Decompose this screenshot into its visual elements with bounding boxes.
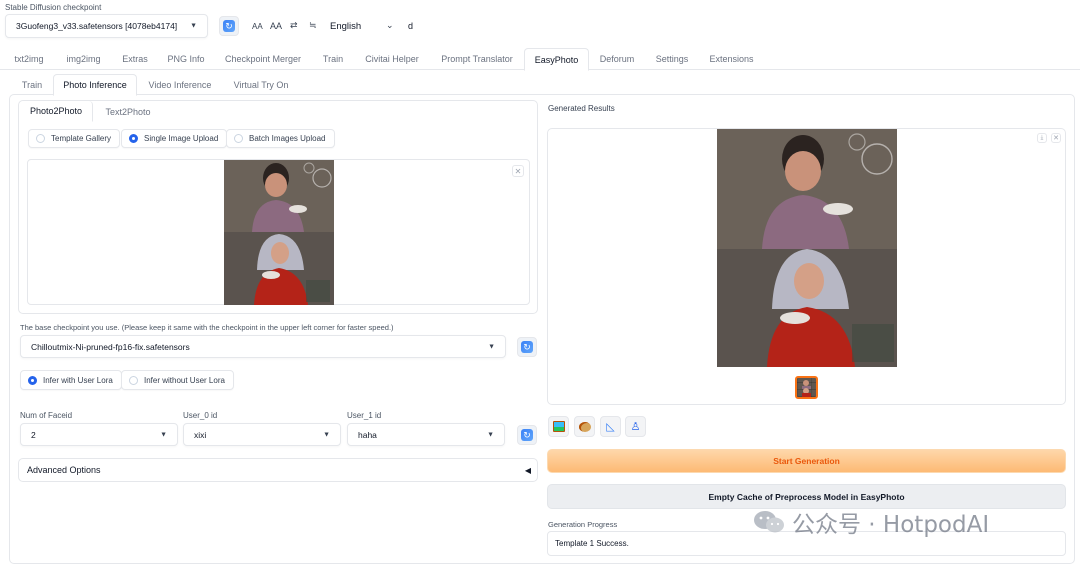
thumbnail-illustration: [802, 380, 811, 397]
radio-batch-images-upload[interactable]: Batch Images Upload: [226, 129, 335, 148]
checkpoint-select[interactable]: 3Guofeng3_v33.safetensors [4078eb4174] ▼: [5, 14, 208, 38]
tab-png-info[interactable]: PNG Info: [160, 48, 212, 70]
subtab-photo-inference[interactable]: Photo Inference: [53, 74, 137, 96]
send-to-inpaint-button[interactable]: [574, 416, 595, 437]
user1-id-select[interactable]: haha ▼: [347, 423, 505, 446]
subtab-virtual-try-on[interactable]: Virtual Try On: [225, 74, 297, 95]
tab-extras[interactable]: Extras: [113, 48, 157, 70]
radio-dot-selected-icon: [28, 375, 37, 385]
subtab-train[interactable]: Train: [14, 74, 50, 95]
user0-id-select[interactable]: xixi ▼: [183, 423, 341, 446]
collapse-arrow-icon: ◀: [524, 465, 531, 475]
close-icon[interactable]: ✕: [1051, 133, 1061, 143]
extra-text: d: [408, 21, 414, 31]
generated-photo[interactable]: [717, 129, 897, 367]
tab-train[interactable]: Train: [313, 48, 353, 70]
watermark: 公众号 · HotpodAI: [752, 505, 989, 539]
send-to-extras-button[interactable]: ◺: [600, 416, 621, 437]
user0-id-value: xixi: [194, 429, 207, 440]
radio-dot-icon: [36, 134, 45, 143]
tab-civitai-helper[interactable]: Civitai Helper: [357, 48, 427, 70]
num-faceid-value: 2: [31, 429, 36, 440]
sub-tab-bar: Train Photo Inference Video Inference Vi…: [9, 74, 539, 96]
font-large-button[interactable]: AA: [270, 21, 282, 31]
radio-infer-with-user-lora[interactable]: Infer with User Lora: [20, 370, 122, 390]
language-select[interactable]: English: [330, 21, 361, 32]
tab-settings[interactable]: Settings: [648, 48, 696, 70]
radio-infer-without-user-lora-label: Infer without User Lora: [144, 375, 225, 385]
refresh-checkpoint-button[interactable]: ↻: [219, 16, 239, 36]
checkpoint-label: Stable Diffusion checkpoint: [5, 3, 102, 12]
advanced-options-label: Advanced Options: [27, 465, 101, 475]
num-faceid-select[interactable]: 2 ▼: [20, 423, 178, 446]
refresh-icon: ↻: [521, 341, 533, 353]
user0-id-label: User_0 id: [183, 411, 218, 420]
watermark-text: 公众号 · HotpodAI: [792, 512, 990, 538]
tab-text2photo[interactable]: Text2Photo: [96, 101, 160, 122]
refresh-icon: ↻: [521, 429, 533, 441]
refresh-base-checkpoint-button[interactable]: ↻: [517, 337, 537, 357]
base-checkpoint-value: Chilloutmix-Ni-pruned-fp16-fix.safetenso…: [31, 341, 190, 352]
subtab-video-inference[interactable]: Video Inference: [141, 74, 219, 95]
generation-progress-label: Generation Progress: [548, 520, 618, 529]
main-tab-bar: txt2img img2img Extras PNG Info Checkpoi…: [0, 48, 1080, 71]
base-checkpoint-select[interactable]: Chilloutmix-Ni-pruned-fp16-fix.safetenso…: [20, 335, 506, 358]
result-thumbnail[interactable]: [795, 376, 818, 399]
clear-image-icon[interactable]: ✕: [512, 165, 524, 177]
radio-dot-icon: [129, 375, 138, 385]
radio-infer-without-user-lora[interactable]: Infer without User Lora: [121, 370, 234, 390]
chevron-down-icon: ▼: [487, 431, 494, 438]
generated-photo-illustration: [717, 129, 897, 367]
tab-easyphoto[interactable]: EasyPhoto: [524, 48, 589, 71]
base-checkpoint-label: The base checkpoint you use. (Please kee…: [20, 323, 394, 332]
wechat-logo-icon: [754, 511, 784, 533]
palette-icon: [578, 421, 591, 432]
radio-single-image-upload[interactable]: Single Image Upload: [121, 129, 228, 148]
user1-id-value: haha: [358, 429, 377, 440]
chevron-down-icon: ▼: [488, 343, 495, 350]
picture-icon: [552, 421, 565, 432]
uploaded-photo: [224, 160, 334, 305]
tab-extensions[interactable]: Extensions: [703, 48, 760, 70]
radio-infer-with-user-lora-label: Infer with User Lora: [43, 375, 113, 385]
user1-id-label: User_1 id: [347, 411, 382, 420]
user-icon: ♙: [630, 421, 641, 433]
radio-batch-images-upload-label: Batch Images Upload: [249, 134, 326, 143]
num-faceid-label: Num of Faceid: [20, 411, 73, 420]
font-small-button[interactable]: AA: [252, 22, 263, 31]
children-photo-illustration: [224, 160, 334, 305]
generation-progress-value: Template 1 Success.: [555, 539, 629, 548]
advanced-options-accordion[interactable]: Advanced Options ◀: [18, 458, 538, 482]
radio-dot-selected-icon: [129, 134, 138, 143]
tab-checkpoint-merger[interactable]: Checkpoint Merger: [216, 48, 310, 70]
generated-results-label: Generated Results: [548, 104, 615, 113]
translate-icon[interactable]: ≒: [309, 20, 317, 31]
radio-template-gallery-label: Template Gallery: [51, 134, 112, 143]
tab-txt2img[interactable]: txt2img: [5, 48, 53, 70]
refresh-icon: ↻: [223, 20, 235, 32]
tab-photo2photo[interactable]: Photo2Photo: [20, 101, 93, 122]
download-icon[interactable]: ⤓: [1037, 133, 1047, 143]
radio-single-image-upload-label: Single Image Upload: [144, 134, 219, 143]
start-generation-button[interactable]: Start Generation: [547, 449, 1066, 473]
language-chevron-icon[interactable]: ⌄: [386, 20, 394, 31]
refresh-user-ids-button[interactable]: ↻: [517, 425, 537, 445]
tab-prompt-translator[interactable]: Prompt Translator: [432, 48, 522, 70]
chevron-down-icon: ▼: [190, 22, 197, 30]
radio-dot-icon: [234, 134, 243, 143]
chevron-down-icon: ▼: [160, 431, 167, 438]
triangle-ruler-icon: ◺: [606, 421, 615, 433]
chevron-down-icon: ▼: [323, 431, 330, 438]
radio-template-gallery[interactable]: Template Gallery: [28, 129, 121, 148]
checkpoint-value: 3Guofeng3_v33.safetensors [4078eb4174]: [16, 21, 178, 31]
send-to-template-button[interactable]: ♙: [625, 416, 646, 437]
swap-icon[interactable]: ⇄: [290, 20, 298, 31]
tab-deforum[interactable]: Deforum: [593, 48, 641, 70]
tab-img2img[interactable]: img2img: [58, 48, 109, 70]
send-to-img2img-button[interactable]: [548, 416, 569, 437]
